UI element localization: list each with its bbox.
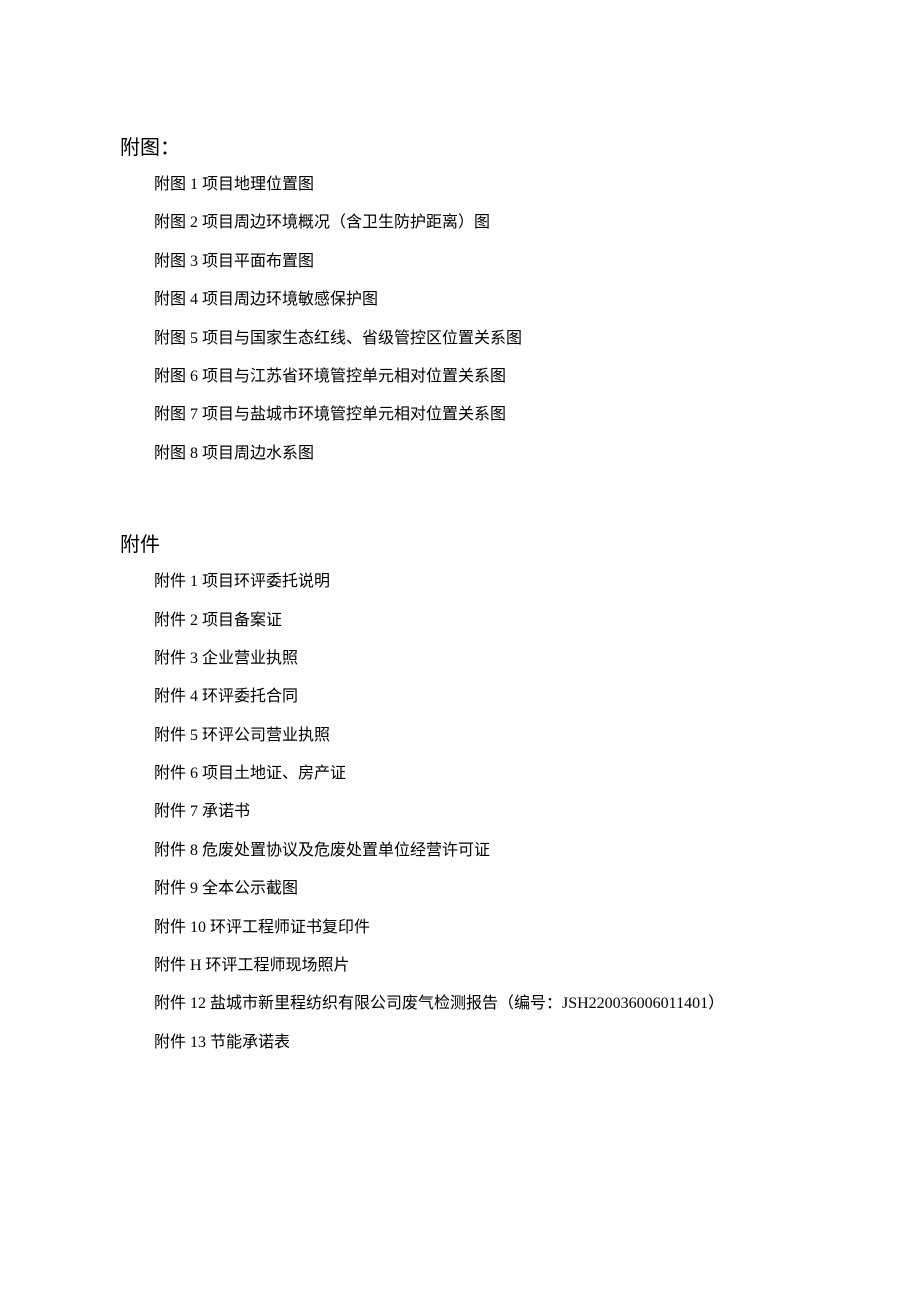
- document-page: 附图： 附图 1 项目地理位置图 附图 2 项目周边环境概况（含卫生防护距离）图…: [120, 130, 800, 1062]
- list-item: 附件 3 企业营业执照: [120, 640, 800, 678]
- figures-section: 附图： 附图 1 项目地理位置图 附图 2 项目周边环境概况（含卫生防护距离）图…: [120, 130, 800, 473]
- list-item: 附图 8 项目周边水系图: [120, 435, 800, 473]
- list-item: 附件 12 盐城市新里程纺织有限公司废气检测报告（编号：JSH220036006…: [120, 985, 800, 1023]
- list-item: 附件 9 全本公示截图: [120, 870, 800, 908]
- list-item: 附件 7 承诺书: [120, 793, 800, 831]
- list-item: 附图 7 项目与盐城市环境管控单元相对位置关系图: [120, 396, 800, 434]
- list-item: 附件 13 节能承诺表: [120, 1024, 800, 1062]
- figures-heading: 附图：: [120, 130, 800, 166]
- list-item: 附图 3 项目平面布置图: [120, 243, 800, 281]
- attachments-heading: 附件: [120, 527, 800, 563]
- list-item: 附件 1 项目环评委托说明: [120, 563, 800, 601]
- list-item: 附件 5 环评公司营业执照: [120, 717, 800, 755]
- list-item: 附图 1 项目地理位置图: [120, 166, 800, 204]
- section-separator: [120, 473, 800, 527]
- list-item: 附件 4 环评委托合同: [120, 678, 800, 716]
- list-item: 附图 5 项目与国家生态红线、省级管控区位置关系图: [120, 320, 800, 358]
- list-item: 附图 6 项目与江苏省环境管控单元相对位置关系图: [120, 358, 800, 396]
- list-item: 附图 2 项目周边环境概况（含卫生防护距离）图: [120, 204, 800, 242]
- list-item: 附图 4 项目周边环境敏感保护图: [120, 281, 800, 319]
- list-item: 附件 6 项目土地证、房产证: [120, 755, 800, 793]
- list-item: 附件 8 危废处置协议及危废处置单位经营许可证: [120, 832, 800, 870]
- list-item: 附件 10 环评工程师证书复印件: [120, 909, 800, 947]
- list-item: 附件 2 项目备案证: [120, 602, 800, 640]
- list-item: 附件 H 环评工程师现场照片: [120, 947, 800, 985]
- attachments-section: 附件 附件 1 项目环评委托说明 附件 2 项目备案证 附件 3 企业营业执照 …: [120, 527, 800, 1062]
